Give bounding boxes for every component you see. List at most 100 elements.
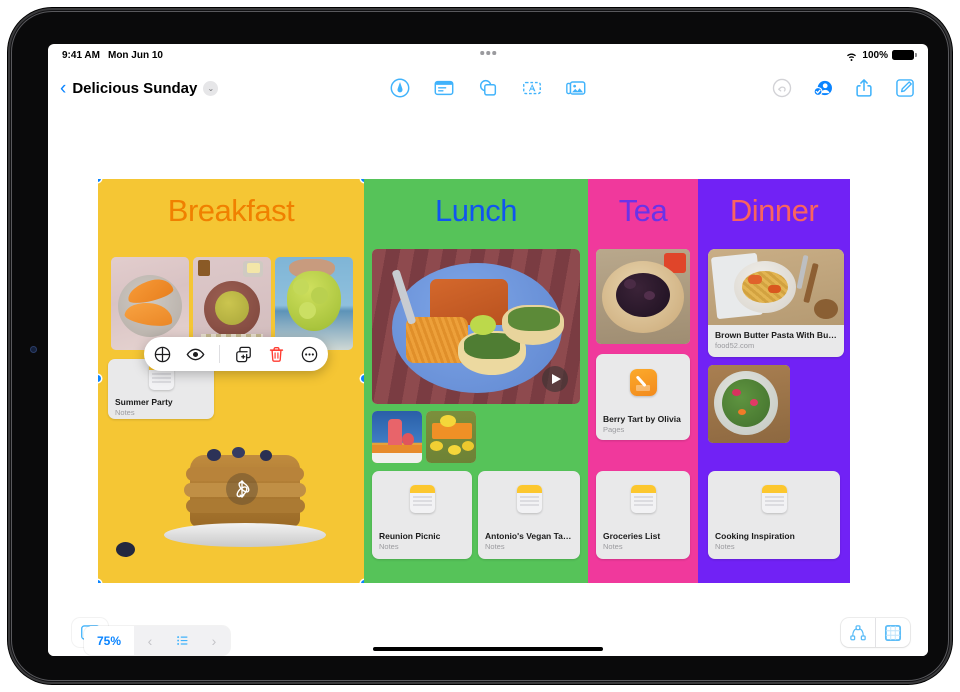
rotate-3d-icon[interactable] <box>226 473 258 505</box>
card-antonios-vegan-tacos[interactable]: Antonio's Vegan Tacos Notes <box>478 471 580 559</box>
card-subtitle: Notes <box>603 542 623 551</box>
selection-handle-mr[interactable] <box>361 375 364 382</box>
photo-green-salad[interactable] <box>708 365 790 443</box>
status-bar: 9:41 AM Mon Jun 10 100% <box>48 44 928 66</box>
undo-icon <box>772 78 792 98</box>
more-ellipsis-icon[interactable] <box>300 345 319 364</box>
notes-app-icon <box>761 485 787 513</box>
selection-handle-br[interactable] <box>361 580 364 583</box>
collaborate-icon[interactable] <box>812 77 834 99</box>
card-meta: Berry Tart by Olivia Pages <box>596 410 690 440</box>
card-meta: Brown Butter Pasta With But... food52.co… <box>708 325 844 357</box>
card-meta: Cooking Inspiration Notes <box>708 527 840 558</box>
chevron-down-icon[interactable]: ⌄ <box>203 80 219 96</box>
delete-trash-icon[interactable] <box>267 345 286 364</box>
pages-app-icon <box>629 368 657 396</box>
zoom-nav-group: 75% ‹ › <box>84 626 230 655</box>
boards-container: Breakfast Summer Party Notes Lunch Reuni… <box>98 179 850 583</box>
wifi-icon <box>847 52 857 61</box>
compose-icon[interactable] <box>894 77 916 99</box>
photo-lemons[interactable] <box>426 411 476 463</box>
board-list-button[interactable] <box>166 626 198 655</box>
bottom-bar: 75% ‹ › <box>48 610 928 656</box>
card-art <box>708 471 840 527</box>
video-tacos-plate[interactable] <box>372 249 580 404</box>
card-title: Berry Tart by Olivia <box>603 414 681 424</box>
bottom-left-controls: 75% ‹ › <box>66 618 230 655</box>
shapes-icon[interactable] <box>477 77 499 99</box>
ipad-screen: 9:41 AM Mon Jun 10 100% ‹ Delicious Sund… <box>48 44 928 656</box>
menu-separator <box>219 345 220 363</box>
card-subtitle: Pages <box>603 425 625 434</box>
home-indicator[interactable] <box>373 647 603 651</box>
dot <box>492 51 496 55</box>
photo-drink-bottle[interactable] <box>372 411 422 463</box>
markup-pen-icon[interactable] <box>389 77 411 99</box>
dot <box>480 51 484 55</box>
dot <box>486 51 490 55</box>
battery-percent: 100% <box>862 49 888 61</box>
next-board-button[interactable]: › <box>198 626 230 655</box>
decor-blueberry <box>116 542 135 557</box>
zoom-level-button[interactable]: 75% <box>84 626 134 655</box>
toolbar-right-tools <box>771 77 916 99</box>
card-subtitle: Notes <box>485 542 505 551</box>
share-link-icon[interactable] <box>153 345 172 364</box>
front-camera <box>30 346 37 353</box>
media-icon[interactable] <box>565 77 587 99</box>
board-dinner[interactable]: Dinner Brown Butter Pasta With But... fo… <box>698 179 850 583</box>
selection-handle-bl[interactable] <box>98 580 101 583</box>
document-title[interactable]: Delicious Sunday <box>72 80 197 97</box>
board-tea[interactable]: Tea Berry Tart by Olivia Pages Groceries… <box>588 179 698 583</box>
share-icon[interactable] <box>853 77 875 99</box>
text-box-icon[interactable] <box>521 77 543 99</box>
play-button-icon[interactable] <box>542 366 568 392</box>
board-title-dinner: Dinner <box>729 193 819 228</box>
diagram-icon <box>850 624 866 640</box>
status-left: 9:41 AM Mon Jun 10 <box>62 50 163 61</box>
bottom-right-controls <box>841 618 910 647</box>
card-title: Groceries List <box>603 531 661 541</box>
card-reunion-picnic[interactable]: Reunion Picnic Notes <box>372 471 472 559</box>
sticky-note-icon[interactable] <box>433 77 455 99</box>
ipad-device: 9:41 AM Mon Jun 10 100% ‹ Delicious Sund… <box>8 8 952 684</box>
photo-berry-galette[interactable] <box>596 249 690 344</box>
card-title: Reunion Picnic <box>379 531 441 541</box>
board-breakfast[interactable]: Breakfast Summer Party Notes <box>98 179 364 583</box>
card-meta: Antonio's Vegan Tacos Notes <box>478 527 580 558</box>
notes-app-icon <box>516 485 542 513</box>
eye-preview-icon[interactable] <box>186 345 205 364</box>
grid-view-button[interactable] <box>876 618 910 647</box>
selection-handle-ml[interactable] <box>98 375 101 382</box>
status-date: Mon Jun 10 <box>107 49 163 61</box>
app-toolbar: ‹ Delicious Sunday ⌄ <box>48 66 928 110</box>
card-meta: Summer Party Notes <box>108 393 214 419</box>
back-button[interactable]: ‹ <box>60 79 66 98</box>
toolbar-center-tools <box>389 77 587 99</box>
list-icon <box>176 636 187 645</box>
duplicate-icon[interactable] <box>234 345 253 364</box>
diagram-view-button[interactable] <box>841 618 875 647</box>
card-art <box>596 354 690 410</box>
card-meta: Groceries List Notes <box>596 527 690 558</box>
card-berry-tart-pages[interactable]: Berry Tart by Olivia Pages <box>596 354 690 440</box>
card-meta: Reunion Picnic Notes <box>372 527 472 558</box>
card-cooking-inspiration[interactable]: Cooking Inspiration Notes <box>708 471 840 559</box>
card-subtitle: food52.com <box>715 341 755 350</box>
board-title-tea: Tea <box>618 193 668 228</box>
freeform-canvas[interactable]: Breakfast Summer Party Notes Lunch Reuni… <box>48 110 928 610</box>
object-context-menu[interactable] <box>144 337 328 371</box>
previous-board-button[interactable]: ‹ <box>134 626 166 655</box>
status-time: 9:41 AM <box>62 49 100 61</box>
multitasking-control[interactable] <box>480 51 496 55</box>
card-subtitle: Notes <box>715 542 735 551</box>
object-pancake-stack-3d[interactable] <box>160 447 330 562</box>
notes-app-icon <box>630 485 656 513</box>
card-subtitle: Notes <box>379 542 399 551</box>
card-pasta-link-preview[interactable]: Brown Butter Pasta With But... food52.co… <box>708 249 844 357</box>
board-lunch[interactable]: Lunch Reunion Picnic Notes Antonio's Veg… <box>364 179 588 583</box>
card-subtitle: Notes <box>115 408 135 417</box>
card-title: Antonio's Vegan Tacos <box>485 531 573 541</box>
card-art <box>596 471 690 527</box>
card-groceries-list[interactable]: Groceries List Notes <box>596 471 690 559</box>
